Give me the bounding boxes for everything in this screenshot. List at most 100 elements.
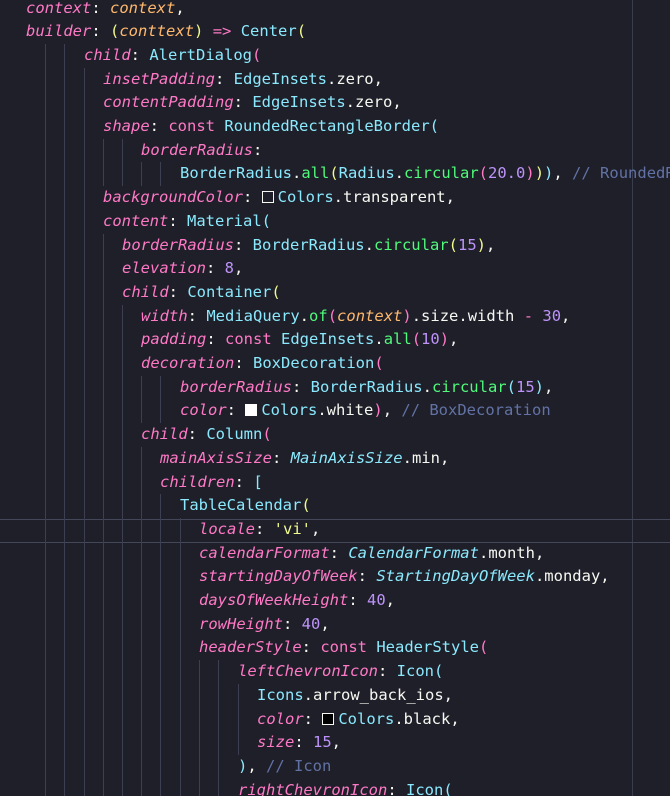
code-line[interactable]: context: context, bbox=[26, 0, 185, 20]
code-token: : bbox=[234, 472, 254, 491]
indent-guide bbox=[180, 517, 181, 796]
code-token: .min, bbox=[402, 448, 450, 467]
code-line[interactable]: color: Colors.white), // BoxDecoration bbox=[180, 399, 551, 423]
code-token: // BoxDecoration bbox=[401, 401, 551, 420]
code-token: . bbox=[291, 164, 302, 183]
code-token: ( bbox=[262, 425, 272, 444]
code-token: ( bbox=[301, 496, 311, 515]
code-line[interactable]: contentPadding: EdgeInsets.zero, bbox=[103, 91, 402, 115]
code-token: BorderRadius bbox=[180, 164, 292, 183]
code-line[interactable]: mainAxisSize: MainAxisSize.min, bbox=[160, 447, 449, 471]
code-token: shape bbox=[103, 117, 150, 135]
code-token: : bbox=[357, 567, 377, 586]
code-line[interactable]: width: MediaQuery.of(context).size.width… bbox=[141, 305, 570, 329]
code-token: 15 bbox=[313, 733, 332, 752]
code-token: ) bbox=[439, 330, 450, 349]
code-token: : bbox=[226, 401, 246, 420]
code-token: ( bbox=[429, 117, 440, 135]
indent-guide bbox=[45, 43, 46, 796]
code-token: borderRadius bbox=[180, 377, 292, 396]
code-line[interactable]: BorderRadius.all(Radius.circular(20.0)))… bbox=[180, 162, 670, 186]
code-token: const bbox=[168, 117, 216, 135]
code-line[interactable]: child: Column( bbox=[141, 423, 272, 447]
code-token: ( bbox=[433, 662, 444, 681]
code-line[interactable]: decoration: BoxDecoration( bbox=[141, 352, 384, 376]
code-token: .month, bbox=[478, 543, 545, 562]
code-line[interactable]: color: Colors.black, bbox=[257, 708, 460, 732]
code-line[interactable]: headerStyle: const HeaderStyle( bbox=[199, 636, 488, 660]
code-line[interactable]: daysOfWeekHeight: 40, bbox=[199, 589, 395, 613]
code-token: ( bbox=[271, 282, 281, 301]
code-token: : bbox=[168, 282, 188, 301]
indent-guide bbox=[64, 43, 65, 796]
code-token: all bbox=[301, 164, 330, 183]
code-token: ( bbox=[478, 164, 489, 183]
code-line[interactable]: content: Material( bbox=[103, 210, 271, 234]
code-line[interactable]: startingDayOfWeek: StartingDayOfWeek.mon… bbox=[199, 565, 610, 589]
code-line[interactable]: borderRadius: BorderRadius.circular(15), bbox=[122, 234, 495, 258]
code-line[interactable]: children: [ bbox=[160, 471, 263, 495]
code-line[interactable]: Icons.arrow_back_ios, bbox=[257, 684, 453, 708]
code-token: 15 bbox=[457, 235, 477, 254]
code-token: children bbox=[160, 472, 235, 491]
code-token: // Icon bbox=[266, 756, 332, 775]
code-token: ( bbox=[443, 780, 453, 796]
code-line[interactable]: leftChevronIcon: Icon( bbox=[238, 660, 443, 684]
code-token: 8 bbox=[224, 259, 235, 278]
code-token: padding bbox=[141, 330, 207, 349]
code-token: borderRadius bbox=[141, 140, 253, 159]
code-token: : bbox=[283, 614, 302, 633]
code-token: .transparent, bbox=[333, 188, 455, 207]
code-token: . bbox=[299, 306, 310, 325]
code-line[interactable]: child: AlertDialog( bbox=[84, 44, 261, 68]
code-line[interactable]: calendarFormat: CalendarFormat.month, bbox=[199, 542, 544, 566]
code-token: Colors bbox=[261, 401, 318, 420]
code-line[interactable]: insetPadding: EdgeInsets.zero, bbox=[103, 68, 383, 92]
code-token: .zero, bbox=[326, 69, 383, 88]
code-line[interactable]: locale: 'vi', bbox=[199, 518, 320, 542]
code-line[interactable]: rightChevronIcon: Icon( bbox=[238, 779, 453, 796]
code-line[interactable]: size: 15, bbox=[257, 731, 341, 755]
code-line[interactable]: elevation: 8, bbox=[122, 257, 243, 281]
code-token: 15 bbox=[515, 377, 535, 396]
code-line[interactable]: borderRadius: bbox=[141, 139, 262, 163]
code-token: context bbox=[110, 0, 176, 17]
code-editor[interactable]: context: context, builder: (conttext) => … bbox=[0, 0, 670, 796]
code-token: HeaderStyle bbox=[376, 638, 479, 657]
code-token: elevation bbox=[122, 259, 206, 278]
code-token: : bbox=[303, 709, 323, 728]
code-token: EdgeInsets bbox=[281, 330, 375, 349]
code-token: TableCalendar bbox=[180, 496, 302, 515]
code-line[interactable]: borderRadius: BorderRadius.circular(15), bbox=[180, 376, 553, 400]
code-token: color bbox=[257, 709, 304, 728]
code-token: , bbox=[385, 591, 395, 609]
code-token: 20.0 bbox=[488, 164, 526, 183]
code-line[interactable]: ), // Icon bbox=[238, 755, 331, 779]
code-line[interactable]: padding: const EdgeInsets.all(10), bbox=[141, 328, 458, 352]
code-line[interactable]: shape: const RoundedRectangleBorder( bbox=[103, 115, 439, 139]
code-token: Icon bbox=[396, 662, 434, 681]
code-token: EdgeInsets bbox=[252, 93, 346, 112]
code-token: => bbox=[212, 22, 232, 41]
code-token: size bbox=[257, 733, 295, 752]
code-token: child bbox=[141, 425, 188, 444]
code-token: ( bbox=[411, 330, 422, 349]
code-token: ( bbox=[479, 638, 489, 657]
code-line[interactable]: backgroundColor: Colors.transparent, bbox=[103, 186, 455, 210]
code-token: .black, bbox=[394, 709, 460, 728]
editor-ruler bbox=[632, 0, 633, 796]
indent-guide bbox=[122, 304, 123, 796]
code-token: : bbox=[255, 519, 274, 538]
code-line[interactable]: rowHeight: 40, bbox=[199, 613, 330, 637]
indent-guide bbox=[199, 660, 200, 796]
code-token: , bbox=[234, 259, 244, 278]
code-token: [ bbox=[253, 472, 263, 491]
code-token: . bbox=[394, 164, 405, 183]
code-line[interactable]: child: Container( bbox=[122, 281, 281, 305]
code-token: Container bbox=[187, 282, 272, 301]
indent-guide bbox=[141, 162, 142, 187]
code-line[interactable]: builder: (conttext) => Center( bbox=[26, 20, 306, 44]
code-line[interactable]: TableCalendar( bbox=[180, 494, 311, 518]
